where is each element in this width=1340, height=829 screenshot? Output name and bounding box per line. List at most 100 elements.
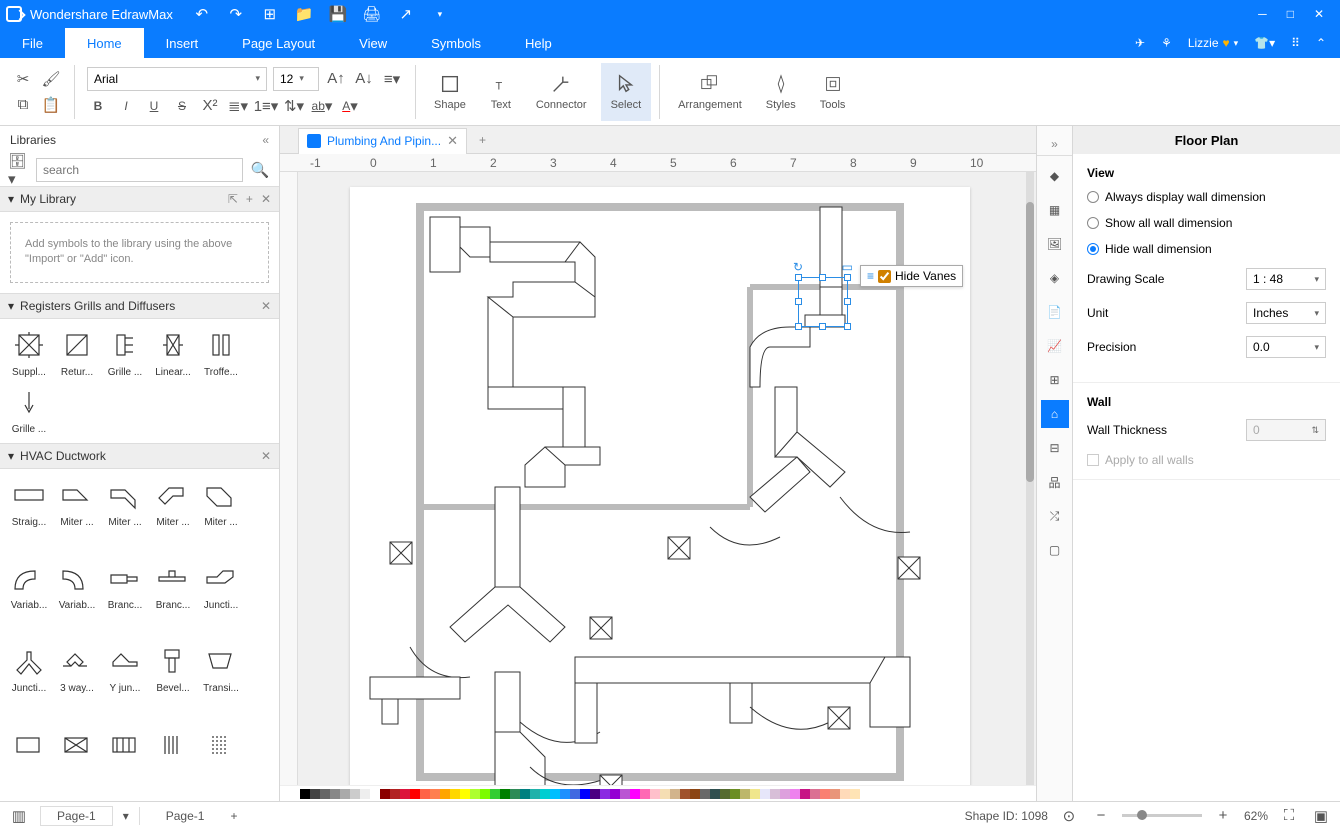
close-button[interactable]: ✕	[1314, 7, 1324, 21]
color-swatch[interactable]	[640, 789, 650, 799]
page-props-icon[interactable]: 📄	[1041, 298, 1069, 326]
collapse-left-icon[interactable]: «	[262, 133, 269, 147]
close-doc-icon[interactable]: ✕	[447, 133, 458, 149]
collapse-ribbon-icon[interactable]: ⌃	[1316, 36, 1326, 50]
send-icon[interactable]: ✈	[1135, 36, 1145, 50]
color-swatch[interactable]	[380, 789, 390, 799]
menu-page-layout[interactable]: Page Layout	[220, 28, 337, 58]
color-swatch[interactable]	[450, 789, 460, 799]
hide-vanes-tooltip[interactable]: ≡ Hide Vanes	[860, 265, 963, 287]
color-swatch[interactable]	[680, 789, 690, 799]
new-icon[interactable]: ⊞	[259, 3, 281, 25]
color-swatch[interactable]	[470, 789, 480, 799]
color-swatch[interactable]	[660, 789, 670, 799]
menu-home[interactable]: Home	[65, 28, 144, 58]
color-swatch[interactable]	[740, 789, 750, 799]
shape-item[interactable]: Branc...	[150, 558, 196, 639]
tools-button[interactable]: Tools	[810, 63, 856, 121]
radio-showall[interactable]: Show all wall dimension	[1087, 216, 1326, 230]
color-swatch[interactable]	[480, 789, 490, 799]
play-icon[interactable]: ⊙	[1058, 805, 1080, 827]
color-swatch[interactable]	[840, 789, 850, 799]
import-icon[interactable]: ⇱	[228, 192, 238, 206]
tree-icon[interactable]: 品	[1041, 468, 1069, 496]
text-highlight-icon[interactable]: ab▾	[311, 95, 333, 117]
theme-icon[interactable]: ◆	[1041, 162, 1069, 190]
shape-item[interactable]: Bevel...	[150, 641, 196, 722]
color-swatch[interactable]	[850, 789, 860, 799]
menu-symbols[interactable]: Symbols	[409, 28, 503, 58]
shape-item[interactable]: Miter ...	[150, 475, 196, 556]
color-swatch[interactable]	[550, 789, 560, 799]
menu-file[interactable]: File	[0, 28, 65, 58]
maximize-button[interactable]: □	[1287, 7, 1294, 21]
random-icon[interactable]: ⤮	[1041, 502, 1069, 530]
color-swatch[interactable]	[490, 789, 500, 799]
color-swatch[interactable]	[410, 789, 420, 799]
cat2-header[interactable]: ▾HVAC Ductwork✕	[0, 443, 279, 469]
color-bar[interactable]	[280, 785, 1036, 801]
library-search-input[interactable]	[36, 158, 243, 182]
format-painter-icon[interactable]: 🖌	[40, 68, 62, 90]
linespacing-icon[interactable]: ⇅▾	[283, 95, 305, 117]
drawing-page[interactable]: ↻ ▭ ≡ Hide Vanes	[350, 187, 970, 785]
color-swatch[interactable]	[530, 789, 540, 799]
color-swatch[interactable]	[300, 789, 310, 799]
add-icon[interactable]: +	[246, 192, 253, 206]
color-swatch[interactable]	[390, 789, 400, 799]
color-swatch[interactable]	[670, 789, 680, 799]
export-icon[interactable]: ↗	[395, 3, 417, 25]
shape-item[interactable]: Juncti...	[6, 641, 52, 722]
color-swatch[interactable]	[600, 789, 610, 799]
page-menu-icon[interactable]: ▾	[123, 809, 129, 823]
color-swatch[interactable]	[430, 789, 440, 799]
color-swatch[interactable]	[580, 789, 590, 799]
text-button[interactable]: TText	[480, 63, 522, 121]
color-swatch[interactable]	[770, 789, 780, 799]
bullets-icon[interactable]: ≣▾	[227, 95, 249, 117]
select-button[interactable]: Select	[601, 63, 652, 121]
shape-item[interactable]: Linear...	[150, 325, 196, 380]
mylibrary-header[interactable]: ▾My Library⇱+✕	[0, 186, 279, 212]
hide-vanes-checkbox[interactable]	[878, 270, 891, 283]
bold-icon[interactable]: B	[87, 95, 109, 117]
shape-item[interactable]: 3 way...	[54, 641, 100, 722]
apps-icon[interactable]: ⠿	[1291, 36, 1300, 50]
undo-icon[interactable]: ↶	[191, 3, 213, 25]
shape-item[interactable]: Grille ...	[6, 382, 52, 437]
color-swatch[interactable]	[500, 789, 510, 799]
color-swatch[interactable]	[420, 789, 430, 799]
color-swatch[interactable]	[710, 789, 720, 799]
strike-icon[interactable]: S	[171, 95, 193, 117]
align-icon[interactable]: ≡▾	[381, 68, 403, 90]
page-tab-1[interactable]: Page-1	[40, 806, 113, 826]
precision-combo[interactable]: 0.0▾	[1246, 336, 1326, 358]
color-swatch[interactable]	[440, 789, 450, 799]
scrollbar-v[interactable]	[1026, 172, 1034, 785]
color-swatch[interactable]	[350, 789, 360, 799]
wallthick-input[interactable]: 0⇅	[1246, 419, 1326, 441]
radio-always[interactable]: Always display wall dimension	[1087, 190, 1326, 204]
color-swatch[interactable]	[810, 789, 820, 799]
copy-icon[interactable]: ⧉	[12, 94, 34, 116]
network-icon[interactable]: ⊟	[1041, 434, 1069, 462]
present-icon[interactable]: ▢	[1041, 536, 1069, 564]
color-swatch[interactable]	[780, 789, 790, 799]
font-color-icon[interactable]: A▾	[339, 95, 361, 117]
fit-icon[interactable]: ▣	[1310, 805, 1332, 827]
floorplan-icon[interactable]: ⌂	[1041, 400, 1069, 428]
unit-combo[interactable]: Inches▾	[1246, 302, 1326, 324]
print-icon[interactable]: 🖨	[361, 3, 383, 25]
open-icon[interactable]: 📁	[293, 3, 315, 25]
apply-all-walls[interactable]: Apply to all walls	[1087, 453, 1326, 467]
shape-item[interactable]: Retur...	[54, 325, 100, 380]
canvas[interactable]: ↻ ▭ ≡ Hide Vanes	[280, 172, 1036, 785]
radio-hide[interactable]: Hide wall dimension	[1087, 242, 1326, 256]
color-swatch[interactable]	[720, 789, 730, 799]
user-menu[interactable]: Lizzie♥▾	[1188, 36, 1238, 50]
color-swatch[interactable]	[340, 789, 350, 799]
zoom-out-icon[interactable]: −	[1090, 805, 1112, 827]
share-icon[interactable]: ⚘	[1161, 36, 1172, 50]
close-cat1-icon[interactable]: ✕	[261, 299, 271, 313]
save-icon[interactable]: 💾	[327, 3, 349, 25]
